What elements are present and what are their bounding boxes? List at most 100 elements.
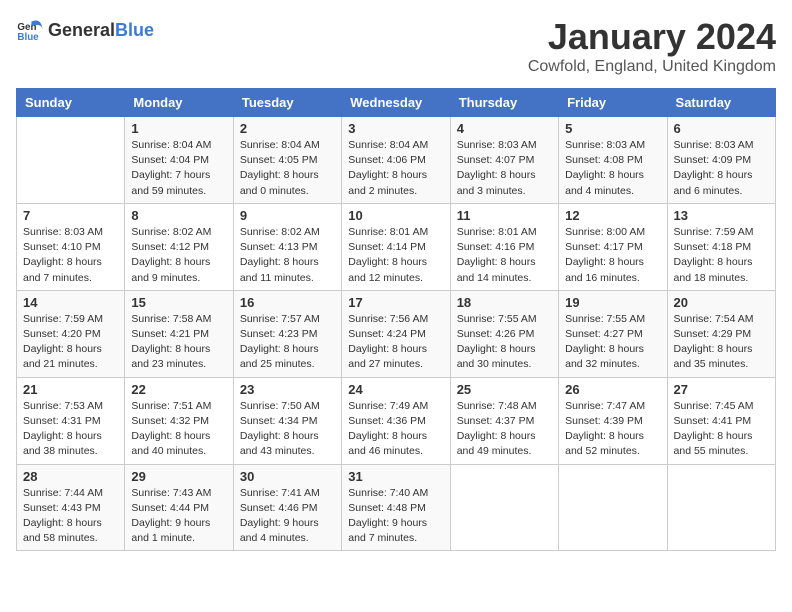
calendar-cell: 21 Sunrise: 7:53 AM Sunset: 4:31 PM Dayli… — [17, 377, 125, 464]
day-number: 13 — [674, 208, 769, 223]
day-number: 8 — [131, 208, 226, 223]
day-info: Sunrise: 7:43 AM Sunset: 4:44 PM Dayligh… — [131, 486, 226, 547]
day-info: Sunrise: 8:00 AM Sunset: 4:17 PM Dayligh… — [565, 225, 660, 286]
day-number: 19 — [565, 295, 660, 310]
day-number: 10 — [348, 208, 443, 223]
calendar-cell: 3 Sunrise: 8:04 AM Sunset: 4:06 PM Daylig… — [342, 117, 450, 204]
calendar-body: 1 Sunrise: 8:04 AM Sunset: 4:04 PM Daylig… — [17, 117, 776, 551]
location-subtitle: Cowfold, England, United Kingdom — [528, 58, 776, 76]
calendar-cell: 27 Sunrise: 7:45 AM Sunset: 4:41 PM Dayli… — [667, 377, 775, 464]
calendar-cell: 9Sunrise: 8:02 AM Sunset: 4:13 PM Daylig… — [233, 203, 341, 290]
day-info: Sunrise: 8:04 AM Sunset: 4:06 PM Dayligh… — [348, 138, 443, 199]
day-number: 29 — [131, 469, 226, 484]
header: Gen Blue GeneralBlue January 2024 Cowfol… — [16, 16, 776, 76]
day-info: Sunrise: 7:53 AM Sunset: 4:31 PM Dayligh… — [23, 399, 118, 460]
day-number: 23 — [240, 382, 335, 397]
calendar-cell: 20 Sunrise: 7:54 AM Sunset: 4:29 PM Dayli… — [667, 290, 775, 377]
day-info: Sunrise: 8:02 AM Sunset: 4:12 PM Dayligh… — [131, 225, 226, 286]
week-row-0: 1 Sunrise: 8:04 AM Sunset: 4:04 PM Daylig… — [17, 117, 776, 204]
day-number: 27 — [674, 382, 769, 397]
day-info: Sunrise: 7:55 AM Sunset: 4:26 PM Dayligh… — [457, 312, 552, 373]
day-info: Sunrise: 8:03 AM Sunset: 4:10 PM Dayligh… — [23, 225, 118, 286]
day-number: 7 — [23, 208, 118, 223]
day-number: 22 — [131, 382, 226, 397]
calendar-cell: 4 Sunrise: 8:03 AM Sunset: 4:07 PM Daylig… — [450, 117, 558, 204]
day-number: 21 — [23, 382, 118, 397]
calendar-cell: 25 Sunrise: 7:48 AM Sunset: 4:37 PM Dayli… — [450, 377, 558, 464]
day-number: 26 — [565, 382, 660, 397]
day-number: 6 — [674, 121, 769, 136]
day-info: Sunrise: 7:41 AM Sunset: 4:46 PM Dayligh… — [240, 486, 335, 547]
calendar-cell — [667, 464, 775, 551]
calendar-cell: 5Sunrise: 8:03 AM Sunset: 4:08 PM Daylig… — [559, 117, 667, 204]
day-info: Sunrise: 8:04 AM Sunset: 4:04 PM Dayligh… — [131, 138, 226, 199]
day-number: 25 — [457, 382, 552, 397]
calendar-cell: 23 Sunrise: 7:50 AM Sunset: 4:34 PM Dayli… — [233, 377, 341, 464]
calendar-header: SundayMondayTuesdayWednesdayThursdayFrid… — [17, 89, 776, 117]
calendar-cell: 11Sunrise: 8:01 AM Sunset: 4:16 PM Dayli… — [450, 203, 558, 290]
day-info: Sunrise: 8:03 AM Sunset: 4:07 PM Dayligh… — [457, 138, 552, 199]
calendar-cell: 18 Sunrise: 7:55 AM Sunset: 4:26 PM Dayli… — [450, 290, 558, 377]
calendar-cell: 2Sunrise: 8:04 AM Sunset: 4:05 PM Daylig… — [233, 117, 341, 204]
header-day-saturday: Saturday — [667, 89, 775, 117]
calendar-cell: 17 Sunrise: 7:56 AM Sunset: 4:24 PM Dayli… — [342, 290, 450, 377]
day-number: 20 — [674, 295, 769, 310]
calendar-table: SundayMondayTuesdayWednesdayThursdayFrid… — [16, 88, 776, 551]
day-info: Sunrise: 8:01 AM Sunset: 4:14 PM Dayligh… — [348, 225, 443, 286]
logo-general: General — [48, 20, 115, 40]
header-day-friday: Friday — [559, 89, 667, 117]
calendar-cell: 7 Sunrise: 8:03 AM Sunset: 4:10 PM Daylig… — [17, 203, 125, 290]
day-info: Sunrise: 7:47 AM Sunset: 4:39 PM Dayligh… — [565, 399, 660, 460]
week-row-2: 14Sunrise: 7:59 AM Sunset: 4:20 PM Dayli… — [17, 290, 776, 377]
day-number: 15 — [131, 295, 226, 310]
week-row-1: 7 Sunrise: 8:03 AM Sunset: 4:10 PM Daylig… — [17, 203, 776, 290]
logo-blue: Blue — [115, 20, 154, 40]
day-number: 1 — [131, 121, 226, 136]
day-number: 11 — [457, 208, 552, 223]
calendar-cell: 12Sunrise: 8:00 AM Sunset: 4:17 PM Dayli… — [559, 203, 667, 290]
day-number: 9 — [240, 208, 335, 223]
day-info: Sunrise: 7:55 AM Sunset: 4:27 PM Dayligh… — [565, 312, 660, 373]
day-number: 3 — [348, 121, 443, 136]
day-info: Sunrise: 7:59 AM Sunset: 4:18 PM Dayligh… — [674, 225, 769, 286]
calendar-cell — [450, 464, 558, 551]
calendar-cell: 13 Sunrise: 7:59 AM Sunset: 4:18 PM Dayli… — [667, 203, 775, 290]
calendar-cell: 26 Sunrise: 7:47 AM Sunset: 4:39 PM Dayli… — [559, 377, 667, 464]
header-day-sunday: Sunday — [17, 89, 125, 117]
day-info: Sunrise: 8:03 AM Sunset: 4:09 PM Dayligh… — [674, 138, 769, 199]
calendar-cell: 6 Sunrise: 8:03 AM Sunset: 4:09 PM Daylig… — [667, 117, 775, 204]
calendar-cell: 10 Sunrise: 8:01 AM Sunset: 4:14 PM Dayli… — [342, 203, 450, 290]
day-info: Sunrise: 7:51 AM Sunset: 4:32 PM Dayligh… — [131, 399, 226, 460]
calendar-cell: 24 Sunrise: 7:49 AM Sunset: 4:36 PM Dayli… — [342, 377, 450, 464]
day-info: Sunrise: 7:56 AM Sunset: 4:24 PM Dayligh… — [348, 312, 443, 373]
week-row-4: 28Sunrise: 7:44 AM Sunset: 4:43 PM Dayli… — [17, 464, 776, 551]
day-number: 31 — [348, 469, 443, 484]
calendar-cell — [559, 464, 667, 551]
day-info: Sunrise: 7:54 AM Sunset: 4:29 PM Dayligh… — [674, 312, 769, 373]
day-info: Sunrise: 8:03 AM Sunset: 4:08 PM Dayligh… — [565, 138, 660, 199]
header-row: SundayMondayTuesdayWednesdayThursdayFrid… — [17, 89, 776, 117]
calendar-cell: 31 Sunrise: 7:40 AM Sunset: 4:48 PM Dayli… — [342, 464, 450, 551]
day-info: Sunrise: 7:48 AM Sunset: 4:37 PM Dayligh… — [457, 399, 552, 460]
header-day-wednesday: Wednesday — [342, 89, 450, 117]
day-info: Sunrise: 7:45 AM Sunset: 4:41 PM Dayligh… — [674, 399, 769, 460]
header-day-tuesday: Tuesday — [233, 89, 341, 117]
title-area: January 2024 Cowfold, England, United Ki… — [528, 16, 776, 76]
calendar-cell: 1 Sunrise: 8:04 AM Sunset: 4:04 PM Daylig… — [125, 117, 233, 204]
day-info: Sunrise: 8:04 AM Sunset: 4:05 PM Dayligh… — [240, 138, 335, 199]
day-number: 4 — [457, 121, 552, 136]
day-number: 24 — [348, 382, 443, 397]
day-number: 17 — [348, 295, 443, 310]
day-info: Sunrise: 7:44 AM Sunset: 4:43 PM Dayligh… — [23, 486, 118, 547]
logo: Gen Blue GeneralBlue — [16, 16, 154, 44]
day-info: Sunrise: 7:49 AM Sunset: 4:36 PM Dayligh… — [348, 399, 443, 460]
day-number: 16 — [240, 295, 335, 310]
day-info: Sunrise: 7:50 AM Sunset: 4:34 PM Dayligh… — [240, 399, 335, 460]
day-number: 18 — [457, 295, 552, 310]
calendar-cell — [17, 117, 125, 204]
week-row-3: 21 Sunrise: 7:53 AM Sunset: 4:31 PM Dayli… — [17, 377, 776, 464]
day-info: Sunrise: 7:40 AM Sunset: 4:48 PM Dayligh… — [348, 486, 443, 547]
calendar-cell: 30 Sunrise: 7:41 AM Sunset: 4:46 PM Dayli… — [233, 464, 341, 551]
day-number: 30 — [240, 469, 335, 484]
calendar-cell: 22 Sunrise: 7:51 AM Sunset: 4:32 PM Dayli… — [125, 377, 233, 464]
